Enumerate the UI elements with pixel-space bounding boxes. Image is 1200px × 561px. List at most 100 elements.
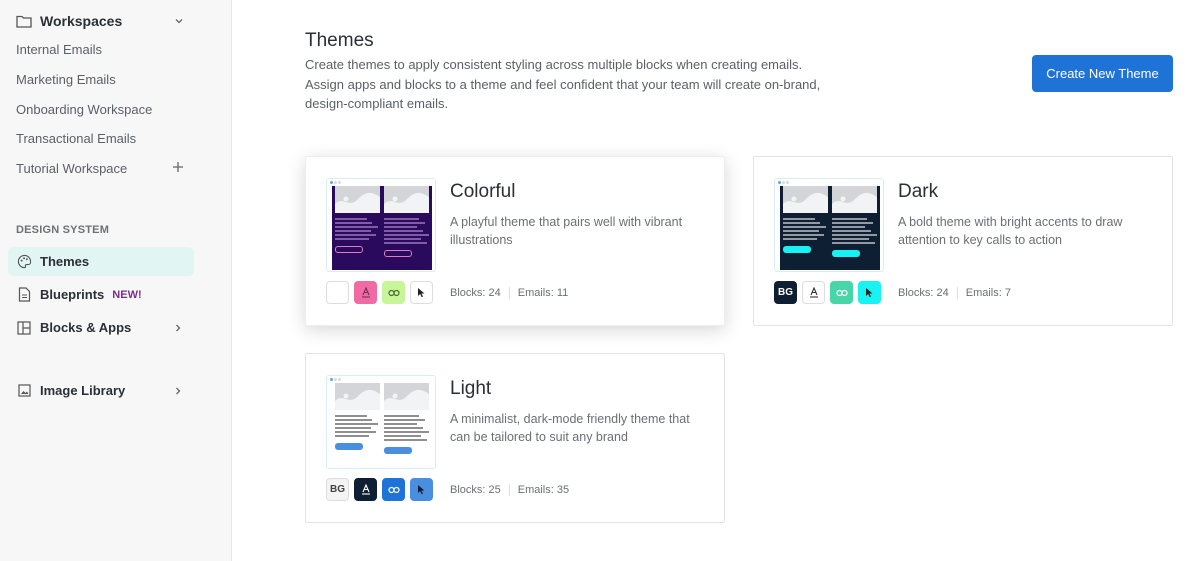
placeholder-image (832, 186, 877, 213)
theme-description: A playful theme that pairs well with vib… (450, 215, 683, 247)
placeholder-image (783, 186, 828, 213)
background-swatch[interactable] (326, 281, 349, 304)
preview-column (335, 383, 380, 467)
preview-button (335, 246, 363, 253)
text-color-swatch[interactable] (354, 281, 377, 304)
design-system-label: DESIGN SYSTEM (16, 224, 110, 236)
workspace-item[interactable]: Internal Emails (16, 41, 102, 59)
document-icon (16, 287, 32, 303)
sidebar-item-themes[interactable]: Themes (8, 247, 194, 276)
cursor-icon (866, 288, 873, 298)
theme-description: A bold theme with bright accents to draw… (898, 215, 1123, 247)
preview-column (832, 186, 877, 270)
page-description: Create themes to apply consistent stylin… (305, 57, 821, 111)
preview-button (832, 250, 860, 257)
workspace-item[interactable]: Transactional Emails (16, 130, 136, 148)
cursor-icon (418, 485, 425, 495)
page-title: Themes (305, 30, 374, 51)
new-badge: NEW! (112, 288, 142, 301)
theme-card-colorful[interactable]: Colorful A playful theme that pairs well… (305, 156, 725, 326)
theme-swatches: BG (774, 281, 881, 304)
sidebar-item-label: Blocks & Apps (40, 320, 132, 335)
divider (508, 287, 510, 299)
blocks-count: Blocks: 25 (450, 484, 501, 496)
sidebar-item-image-library[interactable]: Image Library (8, 376, 194, 405)
button-color-swatch[interactable] (858, 281, 881, 304)
background-swatch[interactable]: BG (774, 281, 797, 304)
folder-icon (16, 15, 32, 28)
divider (508, 484, 510, 496)
window-dots (330, 378, 341, 381)
workspace-item[interactable]: Tutorial Workspace (16, 160, 127, 178)
blocks-count: Blocks: 24 (450, 287, 501, 299)
button-color-swatch[interactable] (410, 281, 433, 304)
placeholder-image (335, 186, 380, 213)
preview-column (384, 186, 429, 270)
preview-column (384, 383, 429, 467)
workspaces-header[interactable]: Workspaces (16, 11, 192, 31)
link-color-swatch[interactable] (382, 478, 405, 501)
theme-name: Dark (898, 181, 939, 202)
create-new-theme-button[interactable]: Create New Theme (1032, 55, 1173, 92)
sidebar-item-blueprints[interactable]: Blueprints NEW! (8, 280, 194, 309)
link-color-swatch[interactable] (382, 281, 405, 304)
theme-preview (326, 178, 436, 272)
preview-button (335, 443, 363, 450)
button-color-swatch[interactable] (410, 478, 433, 501)
theme-stats: Blocks: 25 Emails: 35 (450, 484, 569, 496)
theme-name: Colorful (450, 181, 516, 202)
sidebar-item-label: Image Library (40, 383, 126, 398)
text-color-icon (809, 287, 818, 298)
theme-name: Light (450, 378, 492, 399)
email-preview (332, 383, 432, 467)
theme-stats: Blocks: 24 Emails: 7 (898, 287, 1011, 299)
emails-count: Emails: 35 (517, 484, 570, 496)
palette-icon (16, 254, 32, 270)
window-dots (330, 181, 341, 184)
image-icon (16, 383, 32, 399)
preview-column (783, 186, 828, 270)
sidebar-item-label: Themes (40, 254, 90, 269)
preview-button (384, 447, 412, 454)
main-content: Themes Create themes to apply consistent… (232, 0, 1200, 561)
theme-card-dark[interactable]: BG Dark A bold theme with bright accents… (753, 156, 1173, 326)
placeholder-image (384, 383, 429, 410)
text-color-icon (361, 287, 370, 298)
email-preview (780, 186, 880, 270)
theme-swatches: BG (326, 478, 433, 501)
text-color-swatch[interactable] (802, 281, 825, 304)
add-workspace-icon[interactable] (171, 160, 185, 174)
placeholder-image (384, 186, 429, 213)
text-color-icon (361, 484, 370, 495)
text-color-swatch[interactable] (354, 478, 377, 501)
chevron-right-icon (176, 324, 181, 332)
preview-button (783, 246, 811, 253)
link-icon (835, 289, 848, 296)
preview-column (335, 186, 380, 270)
sidebar-item-label: Blueprints (40, 287, 105, 302)
workspace-item[interactable]: Marketing Emails (16, 71, 116, 89)
link-icon (387, 486, 400, 493)
chevron-right-icon (176, 387, 181, 395)
sidebar-item-blocks-apps[interactable]: Blocks & Apps (8, 313, 194, 342)
chevron-down-icon[interactable] (174, 16, 184, 26)
theme-preview (774, 178, 884, 272)
workspace-item[interactable]: Onboarding Workspace (16, 101, 152, 119)
blocks-count: Blocks: 24 (898, 287, 949, 299)
window-dots (778, 181, 789, 184)
theme-card-light[interactable]: BG Light A minimalist, dark-mode friendl… (305, 353, 725, 523)
emails-count: Emails: 11 (517, 287, 569, 299)
layout-icon (16, 320, 32, 336)
sidebar: Workspaces Internal Emails Marketing Ema… (0, 0, 232, 561)
theme-description: A minimalist, dark-mode friendly theme t… (450, 412, 690, 444)
cursor-icon (418, 288, 425, 298)
preview-button (384, 250, 412, 257)
placeholder-image (335, 383, 380, 410)
background-swatch[interactable]: BG (326, 478, 349, 501)
divider (956, 287, 958, 299)
theme-stats: Blocks: 24 Emails: 11 (450, 287, 568, 299)
workspaces-title: Workspaces (40, 13, 123, 29)
link-color-swatch[interactable] (830, 281, 853, 304)
link-icon (387, 289, 400, 296)
theme-preview (326, 375, 436, 469)
